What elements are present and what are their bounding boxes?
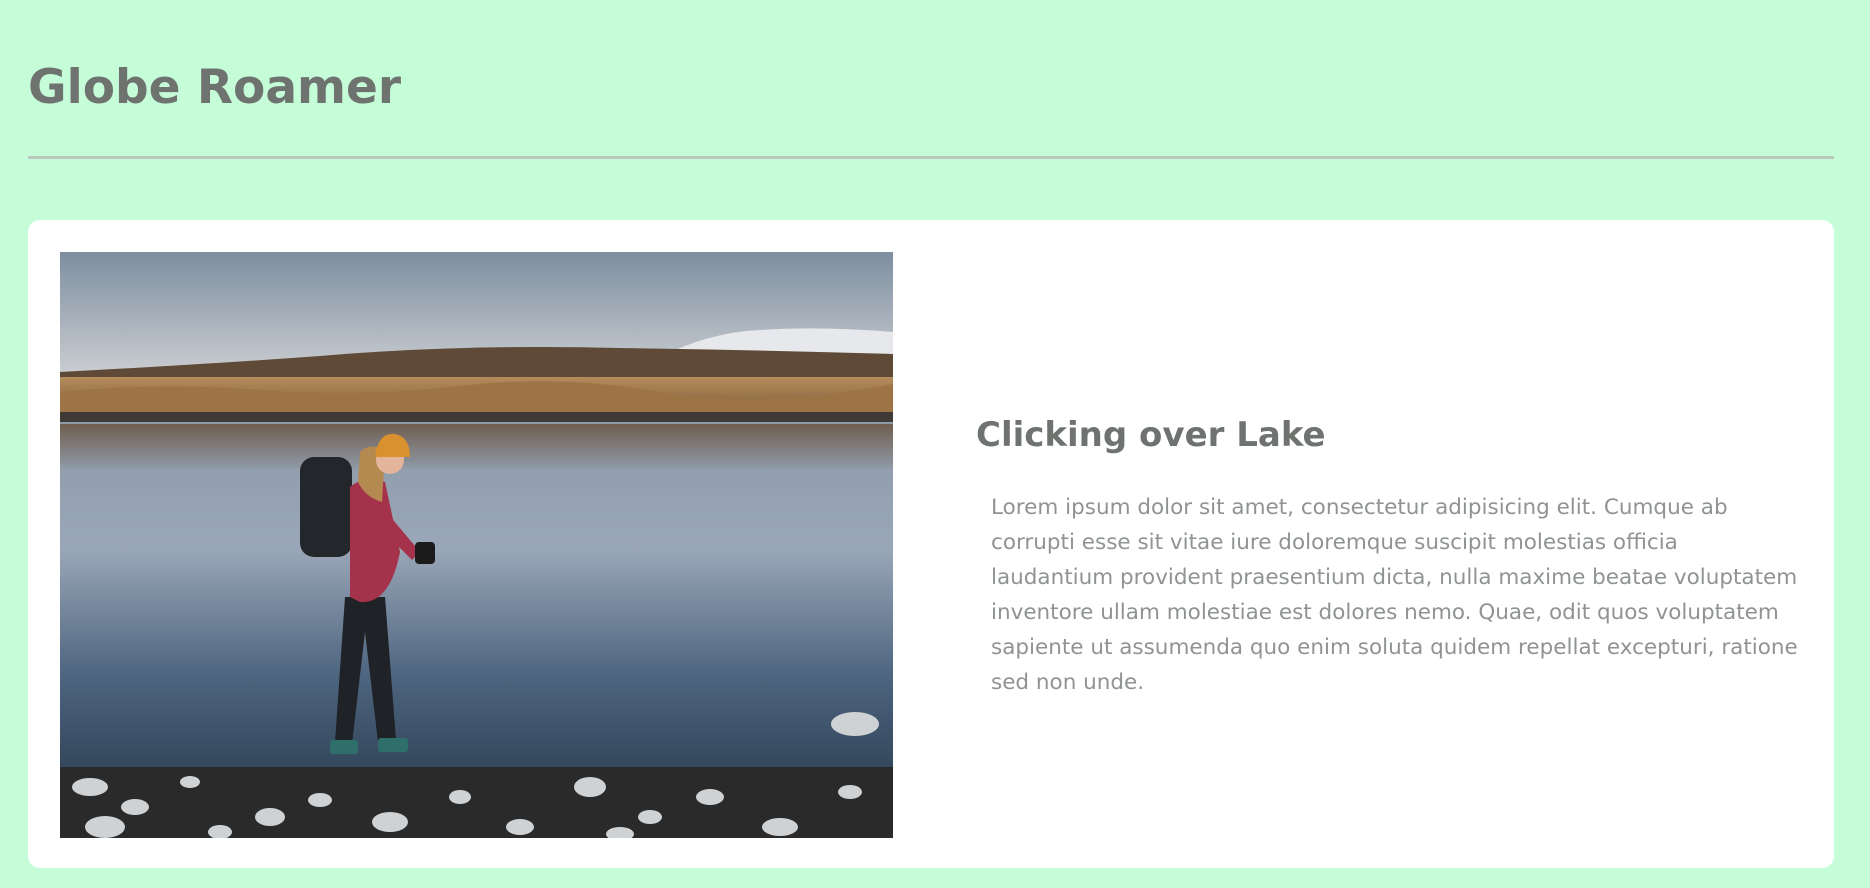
post-photo [60,252,893,838]
page-title: Globe Roamer [28,60,402,115]
post-card: Clicking over Lake Lorem ipsum dolor sit… [28,220,1834,868]
card-body-text: Lorem ipsum dolor sit amet, consectetur … [991,495,1798,695]
card-title: Clicking over Lake [976,415,1326,455]
header-divider [28,156,1834,159]
